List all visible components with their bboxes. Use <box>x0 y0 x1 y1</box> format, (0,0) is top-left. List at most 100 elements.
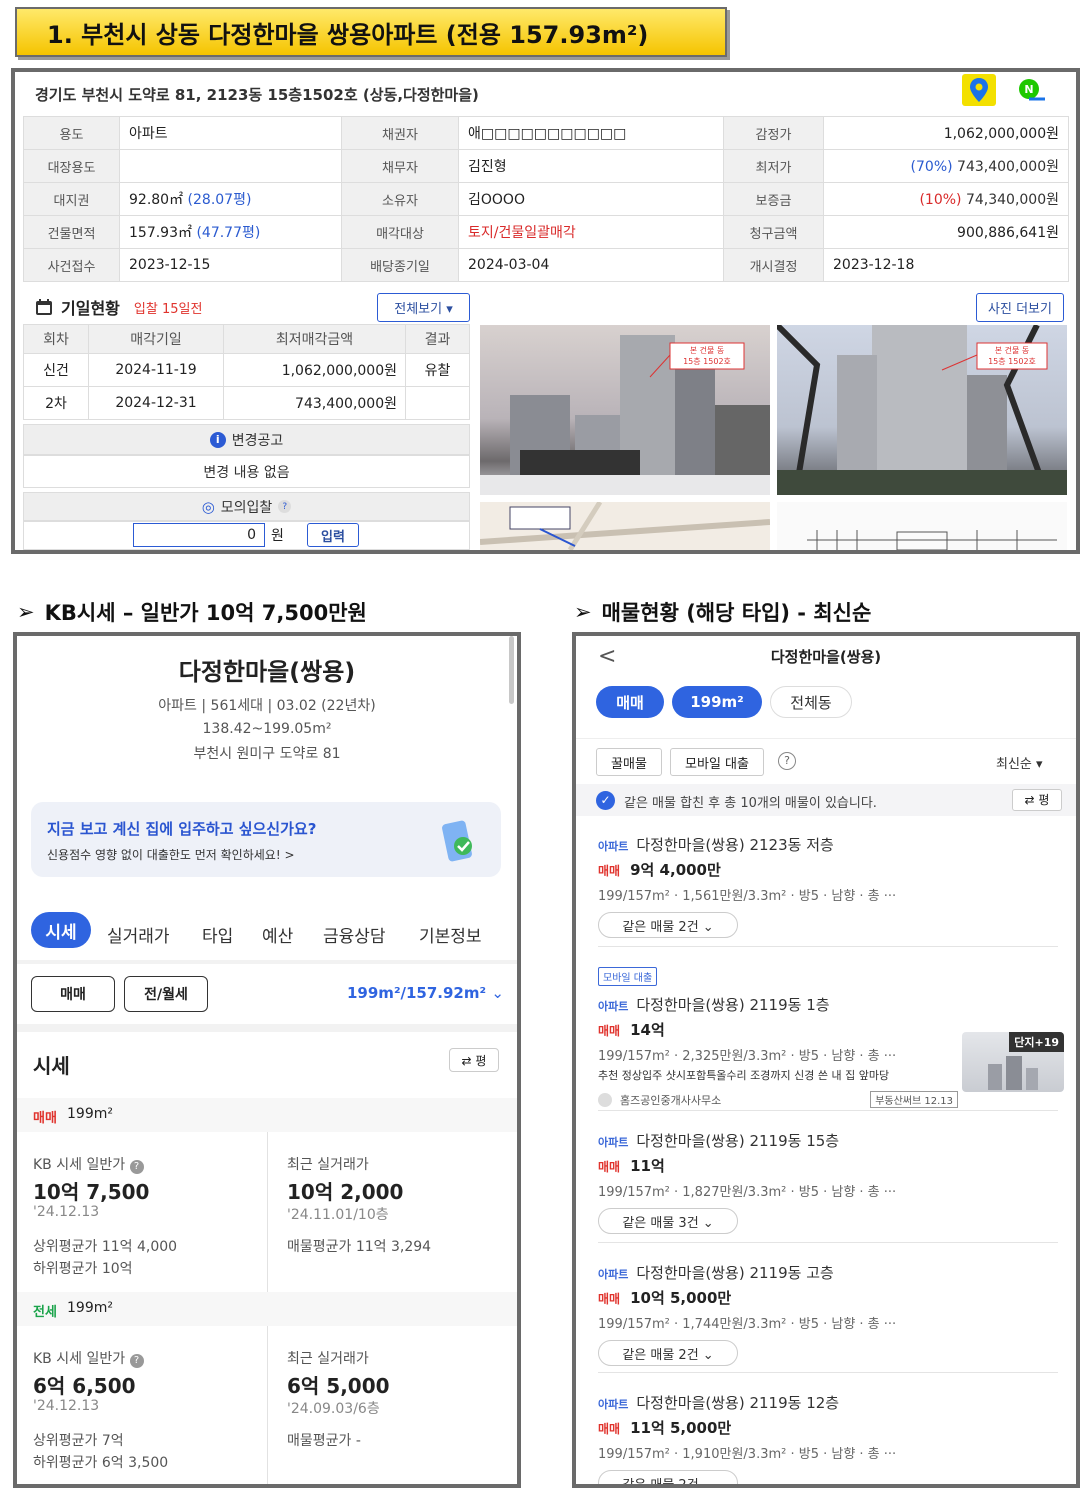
notice-header: i 변경공고 <box>23 424 470 455</box>
listing-price: 10억 5,000만 <box>630 1289 732 1307</box>
same-listing-button[interactable]: 같은 매물 2건 ⌄ <box>598 1470 738 1484</box>
view-all-button[interactable]: 전체보기 ▾ <box>377 293 470 322</box>
value-land-right: 92.80㎡ (28.07평) <box>119 182 342 216</box>
filter-honey-button[interactable]: 꿀매물 <box>596 748 662 776</box>
listing-price: 11억 <box>630 1157 665 1175</box>
notice-body: 변경 내용 없음 <box>23 455 470 488</box>
listing-desc: 199/157m² · 1,910만원/3.3m² · 방5 · 남향 · 총 … <box>598 1447 897 1462</box>
svg-text:본 건물 동: 본 건물 동 <box>995 345 1030 355</box>
scrollbar[interactable] <box>509 636 514 704</box>
info-icon: i <box>209 431 226 448</box>
complex-info: 아파트 | 561세대 | 03.02 (22년차) <box>158 698 376 714</box>
list-item[interactable]: 아파트 다정한마을(쌍용) 2119동 고층 매매 10억 5,000만 199/1… <box>598 1262 1068 1366</box>
map-pin-icon[interactable] <box>962 74 996 106</box>
source-badge: 부동산써브 12.13 <box>870 1091 958 1108</box>
label-start-decision: 개시결정 <box>723 248 824 282</box>
banner-title: 지금 보고 계신 집에 입주하고 싶으신가요? <box>47 820 317 838</box>
map-thumbnail[interactable] <box>479 500 771 552</box>
more-photos-button[interactable]: 사진 더보기 <box>976 293 1064 322</box>
floorplan-thumbnail[interactable] <box>777 502 1067 551</box>
label-appraisal: 감정가 <box>723 116 824 150</box>
schedule-table: 회차 매각기일 최저매각금액 결과 신건 2024-11-19 1,062,00… <box>23 324 470 420</box>
building-photo-1[interactable]: 본 건물 동 15층 1502호 <box>480 325 770 495</box>
unit-toggle-button[interactable]: ⇄ 평 <box>1012 789 1062 811</box>
list-item[interactable]: 아파트 다정한마을(쌍용) 2123동 저층 매매 9억 4,000만 199/15… <box>598 834 1068 938</box>
tab-finance[interactable]: 금융상담 <box>323 922 386 947</box>
listing-name: 다정한마을(쌍용) 2119동 15층 <box>636 1132 840 1150</box>
list-item[interactable]: 아파트 다정한마을(쌍용) 2119동 15층 매매 11억 199/157m² ·… <box>598 1130 1068 1234</box>
lower-average: 하위평균가 10억 <box>33 1261 133 1277</box>
same-listing-button[interactable]: 같은 매물 2건 ⌄ <box>598 912 738 938</box>
divider <box>17 960 517 964</box>
tab-market-price[interactable]: 시세 <box>31 912 91 948</box>
arrow-bullet-icon: ➢ <box>574 600 592 624</box>
list-item[interactable]: 아파트 다정한마을(쌍용) 2119동 12층 매매 11억 5,000만 199/… <box>598 1392 1068 1484</box>
naver-map-icon[interactable]: N <box>1015 74 1049 106</box>
divider <box>598 1242 1058 1243</box>
svg-text:15층 1502호: 15층 1502호 <box>683 357 731 366</box>
svg-text:15층 1502호: 15층 1502호 <box>988 357 1036 366</box>
loan-banner[interactable]: 지금 보고 계신 집에 입주하고 싶으신가요? 신용점수 영향 없이 대출한도 … <box>31 802 501 877</box>
page-title: 1. 부천시 상동 다정한마을 쌍용아파트 (전용 157.93m²) <box>15 7 727 57</box>
divider <box>267 1132 268 1292</box>
cell-result: 유찰 <box>405 353 470 387</box>
cell-date: 2024-11-19 <box>88 353 224 387</box>
chip-all-buildings[interactable]: 전체동 <box>770 686 852 718</box>
tab-type[interactable]: 타입 <box>202 922 233 947</box>
listing-thumbnail[interactable]: 단지+19 <box>962 1032 1064 1092</box>
lease-pill-button[interactable]: 전/월세 <box>124 976 208 1012</box>
help-icon[interactable]: ? <box>129 1160 144 1174</box>
same-listing-button[interactable]: 같은 매물 2건 ⌄ <box>598 1340 738 1366</box>
help-icon[interactable]: ? <box>129 1354 144 1368</box>
label-creditor: 채권자 <box>341 116 459 150</box>
table-row: 용도 아파트 채권자 애□□□□□□□□□□□ 감정가 1,062,000,00… <box>23 116 1069 150</box>
kb-general-label: KB 시세 일반가 ? <box>33 1154 144 1174</box>
col-round: 회차 <box>23 324 89 354</box>
chip-sale[interactable]: 매매 <box>596 686 664 718</box>
value-appraisal: 1,062,000,000원 <box>823 116 1069 150</box>
sale-pill-button[interactable]: 매매 <box>31 976 115 1012</box>
same-listing-button[interactable]: 같은 매물 3건 ⌄ <box>598 1208 738 1234</box>
value-dividend-deadline: 2024-03-04 <box>458 248 724 282</box>
tab-basic-info[interactable]: 기본정보 <box>419 922 482 947</box>
recent-deal-label: 최근 실거래가 <box>287 1157 369 1173</box>
area-selector[interactable]: 199m²/157.92m² ⌄ <box>347 984 504 1002</box>
help-icon[interactable]: ? <box>278 500 292 513</box>
cell-price: 743,400,000원 <box>223 386 406 420</box>
tab-budget[interactable]: 예산 <box>262 922 293 947</box>
jeonse-recent-date: '24.09.03/6층 <box>287 1401 380 1417</box>
unit-toggle-button[interactable]: ⇄ 평 <box>449 1048 499 1072</box>
jeonse-tag: 전세 <box>33 1305 57 1320</box>
mock-bid-input[interactable]: 0 <box>133 523 265 547</box>
auction-address: 경기도 부천시 도약로 81, 2123동 15층1502호 (상동,다정한마을… <box>35 86 479 104</box>
listing-title: 다정한마을(쌍용) <box>770 648 882 666</box>
divider <box>598 946 1058 947</box>
label-case-date: 사건접수 <box>23 248 120 282</box>
listing-desc: 199/157m² · 2,325만원/3.3m² · 방5 · 남향 · 총 … <box>598 1049 897 1064</box>
deal-tag: 매매 <box>598 1422 621 1436</box>
help-icon[interactable]: ? <box>778 752 796 770</box>
sort-dropdown[interactable]: 최신순 ▾ <box>996 753 1043 772</box>
banner-subtitle: 신용점수 영향 없이 대출한도 먼저 확인하세요! > <box>47 848 295 862</box>
deal-tag: 매매 <box>598 1160 621 1174</box>
tab-real-transaction[interactable]: 실거래가 <box>107 922 170 947</box>
listing-average: 매물평균가 11억 3,294 <box>287 1239 432 1255</box>
listing-price: 9억 4,000만 <box>630 861 721 879</box>
building-photo-2[interactable]: 본 건물 동 15층 1502호 <box>777 325 1067 495</box>
kb-general-value: 10억 7,500 <box>33 1180 150 1204</box>
value-usage: 아파트 <box>119 116 342 150</box>
label-building-area: 건물면적 <box>23 215 120 249</box>
type-tag: 아파트 <box>598 1268 629 1281</box>
schedule-header: 기일현황 입찰 15일전 <box>35 295 202 319</box>
value-register-usage <box>119 149 342 183</box>
mobile-loan-badge: 모바일 대출 <box>598 967 658 986</box>
cell-price: 1,062,000,000원 <box>223 353 406 387</box>
chip-area[interactable]: 199m² <box>672 686 762 718</box>
type-tag: 아파트 <box>598 1000 629 1013</box>
value-owner: 김OOOO <box>458 182 724 216</box>
sale-header: 매매 199m² <box>17 1098 517 1132</box>
jeonse-header: 전세 199m² <box>17 1292 517 1326</box>
notice-title: 변경공고 <box>231 432 284 449</box>
mock-bid-submit-button[interactable]: 입력 <box>307 523 359 547</box>
filter-mobile-loan-button[interactable]: 모바일 대출 <box>670 748 764 776</box>
